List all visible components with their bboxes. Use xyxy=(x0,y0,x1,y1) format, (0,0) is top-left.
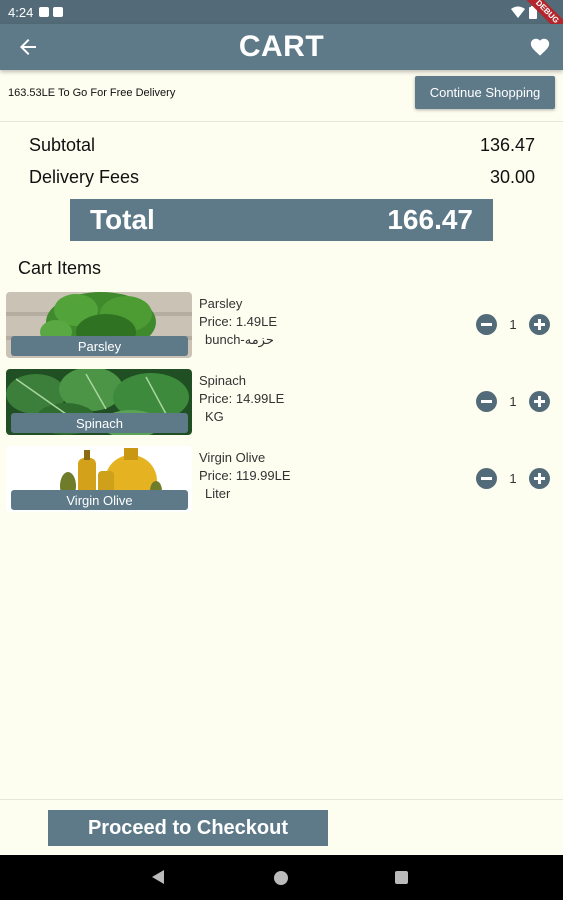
product-caption: Parsley xyxy=(11,336,188,356)
quantity-value: 1 xyxy=(509,471,517,486)
product-image-parsley[interactable]: Parsley xyxy=(6,292,192,358)
total-value: 166.47 xyxy=(387,204,473,235)
product-caption: Virgin Olive xyxy=(11,490,188,510)
item-unit: KG xyxy=(205,409,224,424)
item-name: Virgin Olive xyxy=(199,450,266,465)
cart-items-title: Cart Items xyxy=(18,258,102,278)
notification-icon xyxy=(39,7,50,17)
cart-item-spinach: Spinach Spinach Price: 14.99LE KG 1 xyxy=(0,369,563,439)
cart-item-parsley: Parsley Parsley Price: 1.49LE bunch-حزمه… xyxy=(0,292,563,362)
status-time: 4:24 xyxy=(8,4,34,20)
item-price: Price: 119.99LE xyxy=(199,468,291,483)
subtotal-label: Subtotal xyxy=(29,135,96,155)
nav-home-icon[interactable] xyxy=(274,871,288,885)
item-price: Price: 14.99LE xyxy=(199,391,285,406)
item-unit: Liter xyxy=(205,486,231,501)
product-image-virgin-olive[interactable]: Virgin Olive xyxy=(6,446,192,512)
product-image-spinach[interactable]: Spinach xyxy=(6,369,192,435)
promo-row: 163.53LE To Go For Free Delivery Continu… xyxy=(0,72,563,122)
nav-back-icon[interactable] xyxy=(152,870,164,884)
decrease-quantity-button[interactable] xyxy=(476,314,497,335)
subtotal-row: Subtotal 136.47 xyxy=(29,135,535,156)
total-bar: Total 166.47 xyxy=(70,199,493,241)
quantity-stepper: 1 xyxy=(476,468,550,489)
wifi-icon xyxy=(511,6,525,18)
checkout-area: Proceed to Checkout xyxy=(0,799,563,855)
decrease-quantity-button[interactable] xyxy=(476,468,497,489)
subtotal-value: 136.47 xyxy=(479,135,535,155)
system-nav-bar xyxy=(0,855,563,900)
quantity-stepper: 1 xyxy=(476,391,550,412)
delivery-fees-row: Delivery Fees 30.00 xyxy=(29,167,535,188)
quantity-value: 1 xyxy=(509,394,517,409)
proceed-to-checkout-button[interactable]: Proceed to Checkout xyxy=(48,810,328,846)
item-name: Parsley xyxy=(199,296,243,311)
item-price: Price: 1.49LE xyxy=(199,314,278,329)
heart-icon[interactable] xyxy=(529,36,551,58)
nav-recents-icon[interactable] xyxy=(395,871,408,884)
item-unit: bunch-حزمه xyxy=(205,332,274,347)
decrease-quantity-button[interactable] xyxy=(476,391,497,412)
status-bar: 4:24 DEBUG xyxy=(0,0,563,38)
increase-quantity-button[interactable] xyxy=(529,314,550,335)
item-info: Parsley Price: 1.49LE bunch-حزمه xyxy=(199,295,277,349)
increase-quantity-button[interactable] xyxy=(529,391,550,412)
sd-card-icon xyxy=(53,7,64,17)
delivery-fees-label: Delivery Fees xyxy=(29,167,140,187)
item-info: Virgin Olive Price: 119.99LE Liter xyxy=(199,449,291,503)
product-caption: Spinach xyxy=(11,413,188,433)
continue-shopping-button[interactable]: Continue Shopping xyxy=(415,76,555,109)
cart-item-virgin-olive: Virgin Olive Virgin Olive Price: 119.99L… xyxy=(0,446,563,516)
item-info: Spinach Price: 14.99LE KG xyxy=(199,372,284,426)
page-title: CART xyxy=(238,30,325,63)
quantity-stepper: 1 xyxy=(476,314,550,335)
total-label: Total xyxy=(90,204,155,235)
arrow-left-icon[interactable] xyxy=(16,35,40,59)
quantity-value: 1 xyxy=(509,317,517,332)
free-delivery-text: 163.53LE To Go For Free Delivery xyxy=(8,87,176,99)
increase-quantity-button[interactable] xyxy=(529,468,550,489)
item-name: Spinach xyxy=(199,373,246,388)
app-bar: CART xyxy=(0,24,563,70)
delivery-fees-value: 30.00 xyxy=(489,167,535,187)
